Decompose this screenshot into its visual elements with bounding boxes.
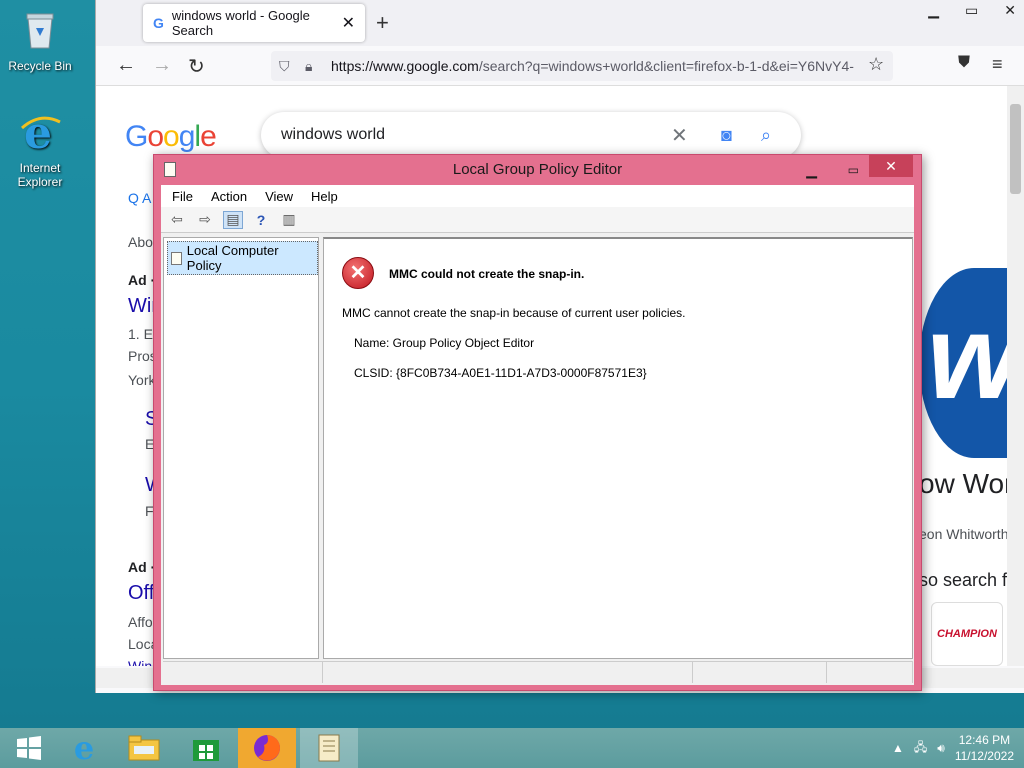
lock-icon[interactable]: 🔒︎ <box>305 58 312 75</box>
menu-bar: File Action View Help <box>161 185 914 207</box>
close-window-button[interactable]: ✕ <box>1004 2 1016 19</box>
menu-icon[interactable]: ≡ <box>992 54 1003 75</box>
network-icon[interactable]: 🖧︎ <box>914 738 927 759</box>
tab-bar: G windows world - Google Search ✕ + ▁ ▭ … <box>96 0 1024 46</box>
error-icon: ✕ <box>342 257 374 289</box>
svg-text:e: e <box>24 110 52 154</box>
result-line: 1. E <box>128 326 153 342</box>
back-arrow-icon[interactable]: ⇦ <box>167 211 187 229</box>
snapin-clsid: CLSID: {8FC0B734-A0E1-11D1-A7D3-0000F875… <box>354 366 647 380</box>
minimize-button[interactable]: ▁ <box>928 2 939 19</box>
search-query: windows world <box>281 126 386 143</box>
close-button[interactable]: ✕ <box>869 155 913 177</box>
toolbar: ⇦ ⇨ ▤ ? ▥ <box>161 207 914 233</box>
result-pane: ✕ MMC could not create the snap-in. MMC … <box>323 237 913 659</box>
taskbar-file-explorer[interactable] <box>115 728 173 768</box>
policy-scroll-icon <box>318 734 340 762</box>
internet-explorer-icon: e <box>21 108 61 159</box>
recycle-bin-label: Recycle Bin <box>8 59 72 73</box>
clock[interactable]: 12:46 PM 11/12/2022 <box>955 732 1014 764</box>
browser-tab[interactable]: G windows world - Google Search ✕ <box>143 4 365 42</box>
camera-search-icon[interactable]: ◙ <box>721 125 732 146</box>
forward-arrow-icon[interactable]: ⇨ <box>195 211 215 229</box>
clock-date: 11/12/2022 <box>954 749 1014 763</box>
url-path: /search?q=windows+world&client=firefox-b… <box>478 58 854 74</box>
volume-icon[interactable]: 🔊︎ <box>937 741 945 756</box>
folder-icon <box>128 735 160 761</box>
tree-item-label: Local Computer Policy <box>186 243 279 273</box>
nav-bar: ← → ↻ ⛉ 🔒︎ https://www.google.com/search… <box>96 46 1024 86</box>
firefox-icon <box>254 735 280 761</box>
scrollbar-thumb[interactable] <box>1010 104 1021 194</box>
internet-explorer-label: Internet Explorer <box>17 161 63 189</box>
vertical-scrollbar[interactable] <box>1007 86 1024 666</box>
windows-logo-icon <box>17 736 41 760</box>
taskbar-mmc[interactable] <box>300 728 358 768</box>
show-hidden-icons-icon[interactable]: ▲ <box>892 741 904 755</box>
bookmark-star-icon[interactable]: ☆ <box>868 54 884 75</box>
new-tab-button[interactable]: + <box>376 10 389 36</box>
group-policy-editor-window: Local Group Policy Editor ▁ ▭ ✕ File Act… <box>153 154 922 691</box>
back-button[interactable]: ← <box>116 54 136 77</box>
minimize-button[interactable]: ▁ <box>806 155 817 185</box>
menu-action[interactable]: Action <box>211 189 247 204</box>
menu-file[interactable]: File <box>172 189 193 204</box>
google-favicon-icon: G <box>153 15 164 31</box>
mmc-client-area: File Action View Help ⇦ ⇨ ▤ ? ▥ Local Co… <box>161 185 914 685</box>
taskbar-store[interactable] <box>177 728 235 768</box>
people-also-search: so search fo <box>919 570 1018 590</box>
tree-item-local-computer-policy[interactable]: Local Computer Policy <box>167 241 318 275</box>
store-icon <box>193 740 219 761</box>
close-tab-icon[interactable]: ✕ <box>342 13 355 33</box>
maximize-button[interactable]: ▭ <box>965 2 978 19</box>
internet-explorer-desktop-icon[interactable]: e Internet Explorer <box>4 108 76 189</box>
result-link[interactable]: Off <box>128 582 154 605</box>
action-pane-icon[interactable]: ▥ <box>279 211 299 229</box>
taskbar-firefox[interactable] <box>238 728 296 768</box>
taskbar-internet-explorer[interactable]: e <box>55 728 113 768</box>
maximize-button[interactable]: ▭ <box>848 155 859 185</box>
forward-button[interactable]: → <box>152 54 172 77</box>
google-search-box[interactable]: windows world ✕ ◙ ⌕ <box>261 112 801 158</box>
recycle-bin-desktop-icon[interactable]: Recycle Bin <box>4 8 76 73</box>
google-logo[interactable]: Google <box>125 120 217 154</box>
pocket-icon[interactable]: ⛊ <box>958 54 970 72</box>
taskbar: e ▲ 🖧︎ 🔊︎ 12:46 PM 11/12/2022 <box>0 728 1024 768</box>
all-tab-icon[interactable]: Q A <box>128 190 151 206</box>
search-icon[interactable]: ⌕ <box>761 125 771 146</box>
help-icon[interactable]: ? <box>251 211 271 229</box>
status-bar <box>163 661 913 683</box>
window-titlebar[interactable]: Local Group Policy Editor ▁ ▭ ✕ <box>154 155 921 185</box>
champion-logo[interactable]: CHAMPION <box>931 602 1003 666</box>
show-hide-tree-icon[interactable]: ▤ <box>223 210 243 229</box>
recycle-bin-icon <box>26 13 54 49</box>
url-bar[interactable]: ⛉ 🔒︎ https://www.google.com/search?q=win… <box>271 51 893 81</box>
knowledge-subtitle: eon Whitworth <box>919 526 1009 542</box>
system-tray: ▲ 🖧︎ 🔊︎ 12:46 PM 11/12/2022 <box>892 732 1014 764</box>
mmc-app-icon[interactable] <box>164 162 176 177</box>
internet-explorer-icon: e <box>73 729 95 767</box>
result-line: Affo <box>128 614 153 630</box>
window-title: Local Group Policy Editor <box>452 161 623 178</box>
error-message: MMC cannot create the snap-in because of… <box>342 306 686 320</box>
ad-label: Ad · <box>128 559 156 575</box>
clear-search-icon[interactable]: ✕ <box>671 123 688 148</box>
reload-button[interactable]: ↻ <box>188 54 205 79</box>
policy-document-icon <box>171 251 182 265</box>
knowledge-title: ow Wor <box>919 468 1014 499</box>
url-domain: https://www.google.com <box>331 58 479 74</box>
console-tree: Local Computer Policy <box>163 237 319 659</box>
result-line: York <box>128 372 156 388</box>
ad-label: Ad · <box>128 272 156 288</box>
clock-time: 12:46 PM <box>958 733 1011 747</box>
menu-view[interactable]: View <box>265 189 293 204</box>
start-button[interactable] <box>0 728 58 768</box>
error-heading: MMC could not create the snap-in. <box>389 267 585 281</box>
tab-title: windows world - Google Search <box>171 8 310 38</box>
snapin-name: Name: Group Policy Object Editor <box>354 336 535 350</box>
menu-help[interactable]: Help <box>311 189 338 204</box>
shield-icon[interactable]: ⛉ <box>279 58 290 75</box>
